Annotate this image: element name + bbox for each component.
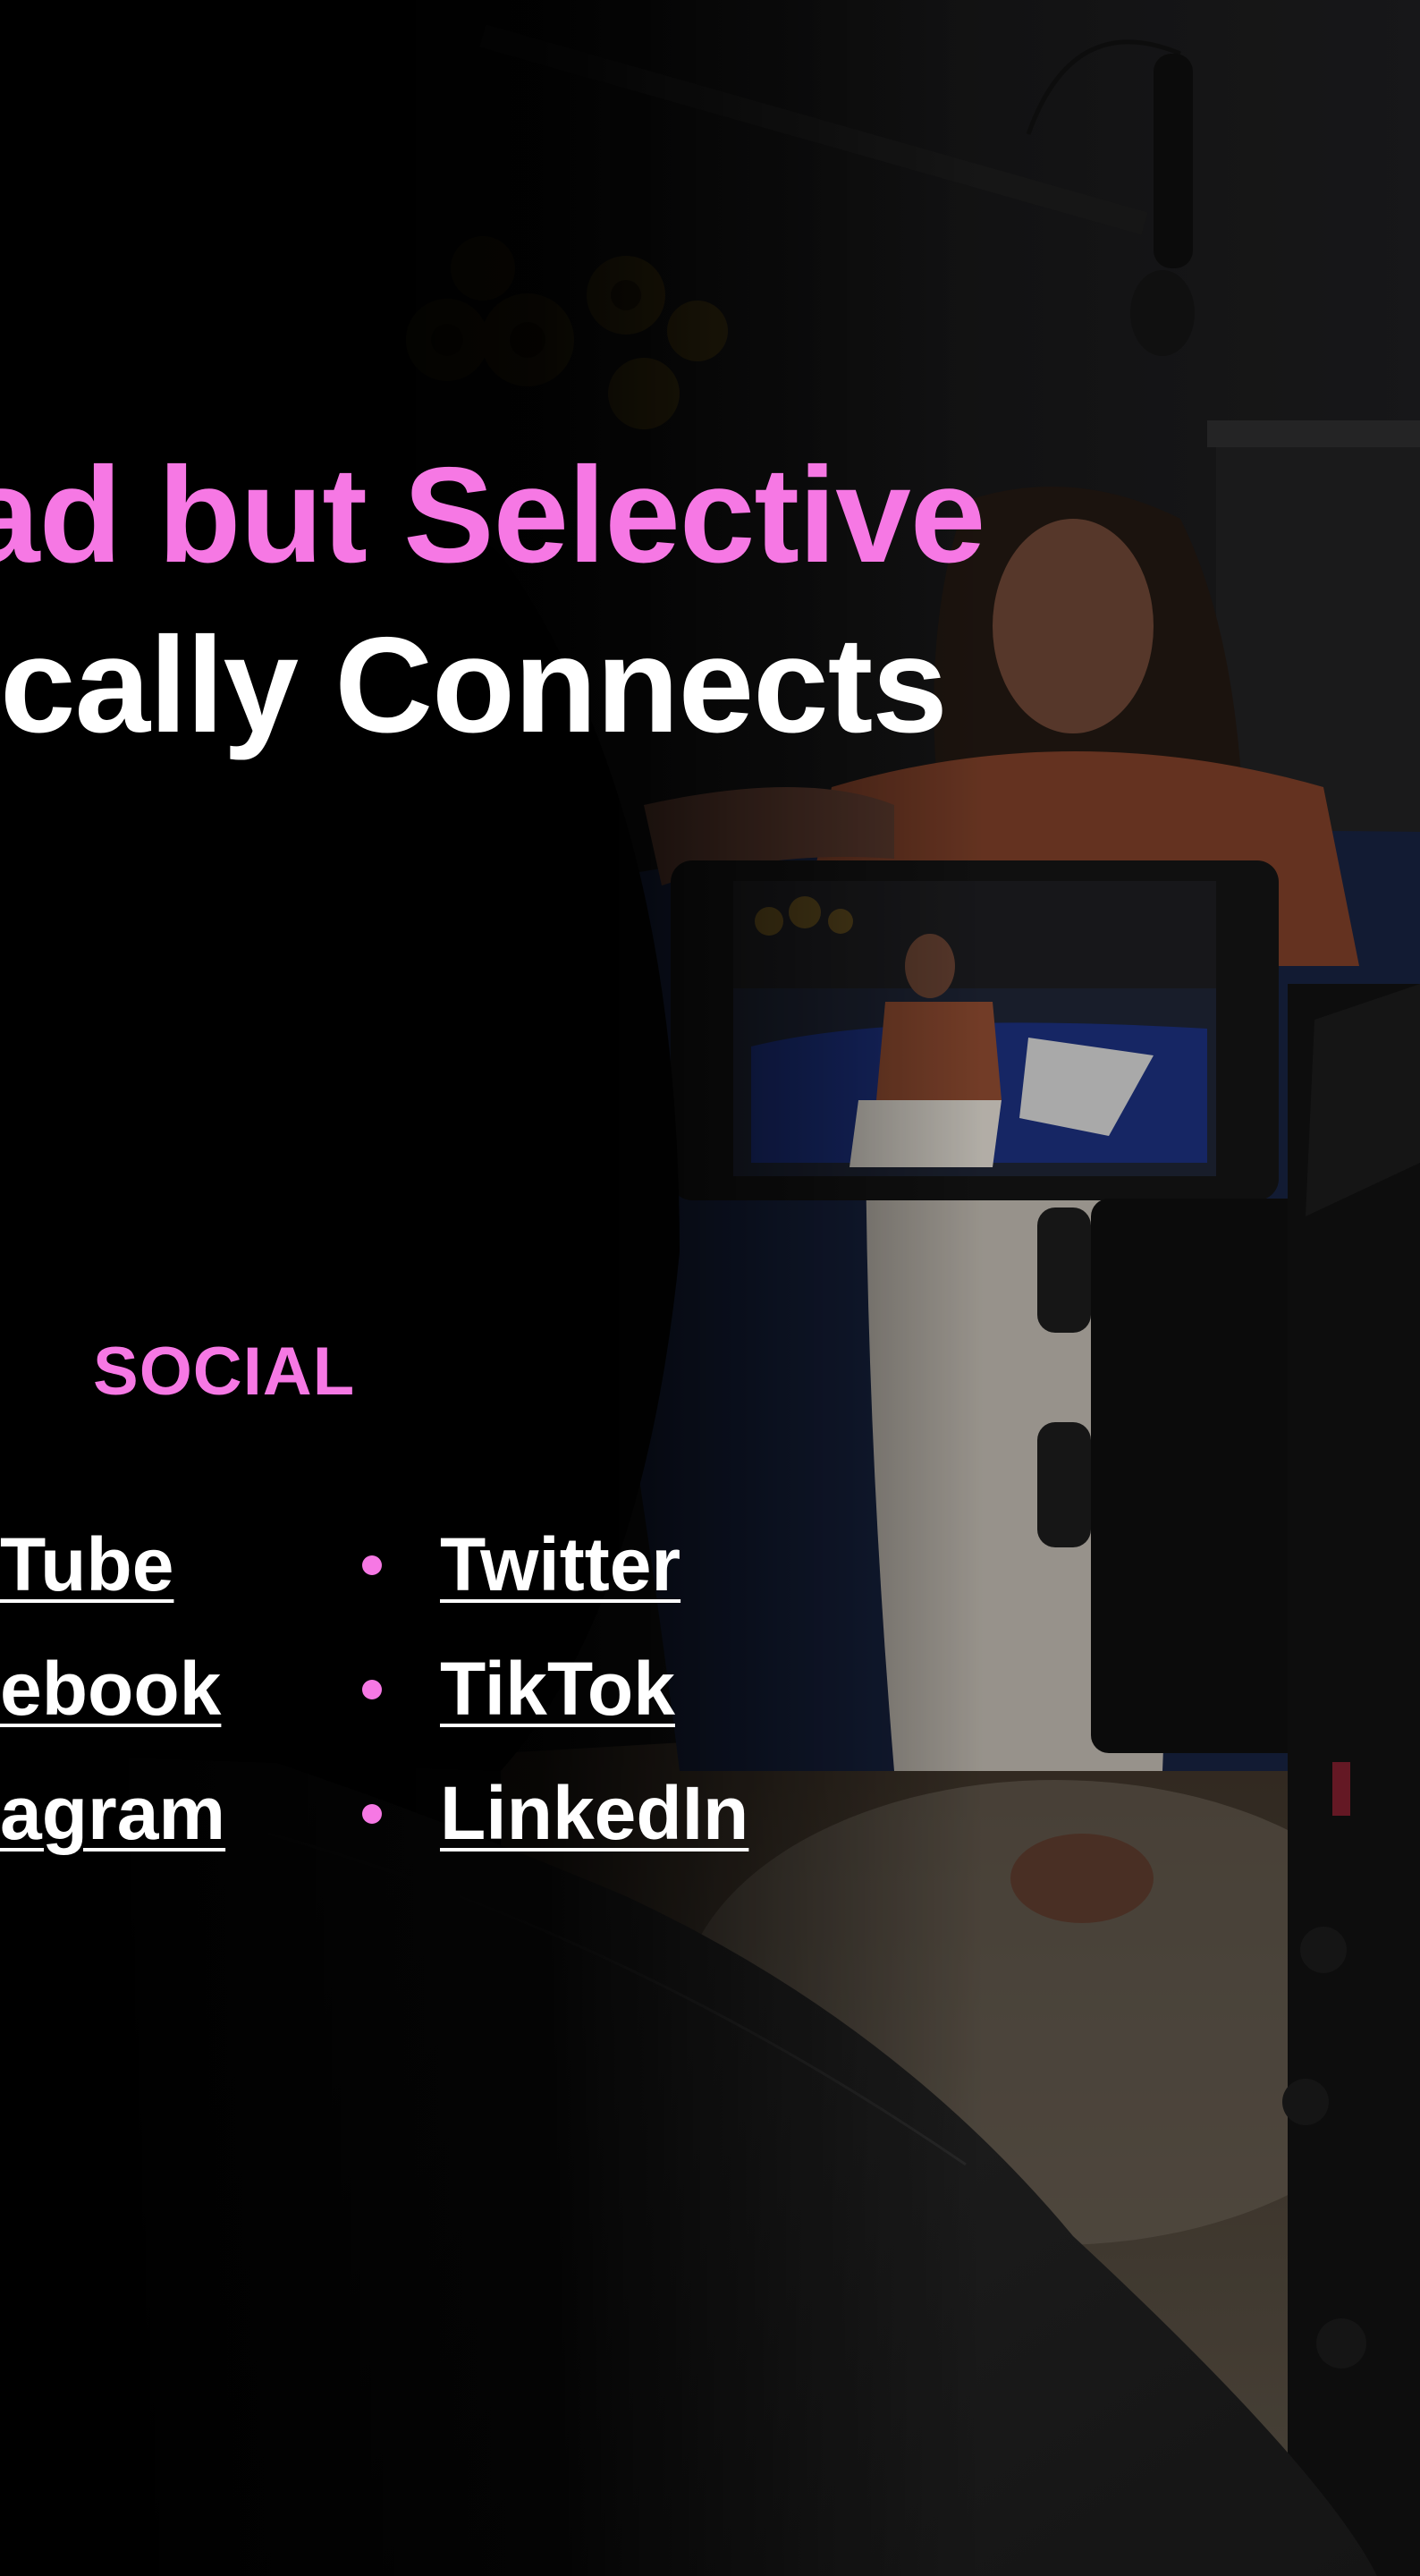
bullet-icon: [362, 1680, 382, 1699]
youtube-link[interactable]: Tube: [0, 1527, 173, 1602]
facebook-link[interactable]: ebook: [0, 1651, 221, 1726]
twitter-link[interactable]: Twitter: [440, 1527, 680, 1602]
tiktok-link[interactable]: TikTok: [440, 1651, 675, 1726]
instagram-link[interactable]: agram: [0, 1775, 225, 1851]
linkedin-link[interactable]: LinkedIn: [440, 1775, 748, 1851]
hero-headline-line-1: ad but Selective: [0, 439, 985, 591]
bullet-icon: [362, 1804, 382, 1824]
background-photo: [0, 0, 1420, 2576]
social-heading: SOCIAL: [93, 1334, 356, 1410]
bullet-icon: [362, 1555, 382, 1575]
hero-headline-line-2: cally Connects: [0, 609, 948, 761]
